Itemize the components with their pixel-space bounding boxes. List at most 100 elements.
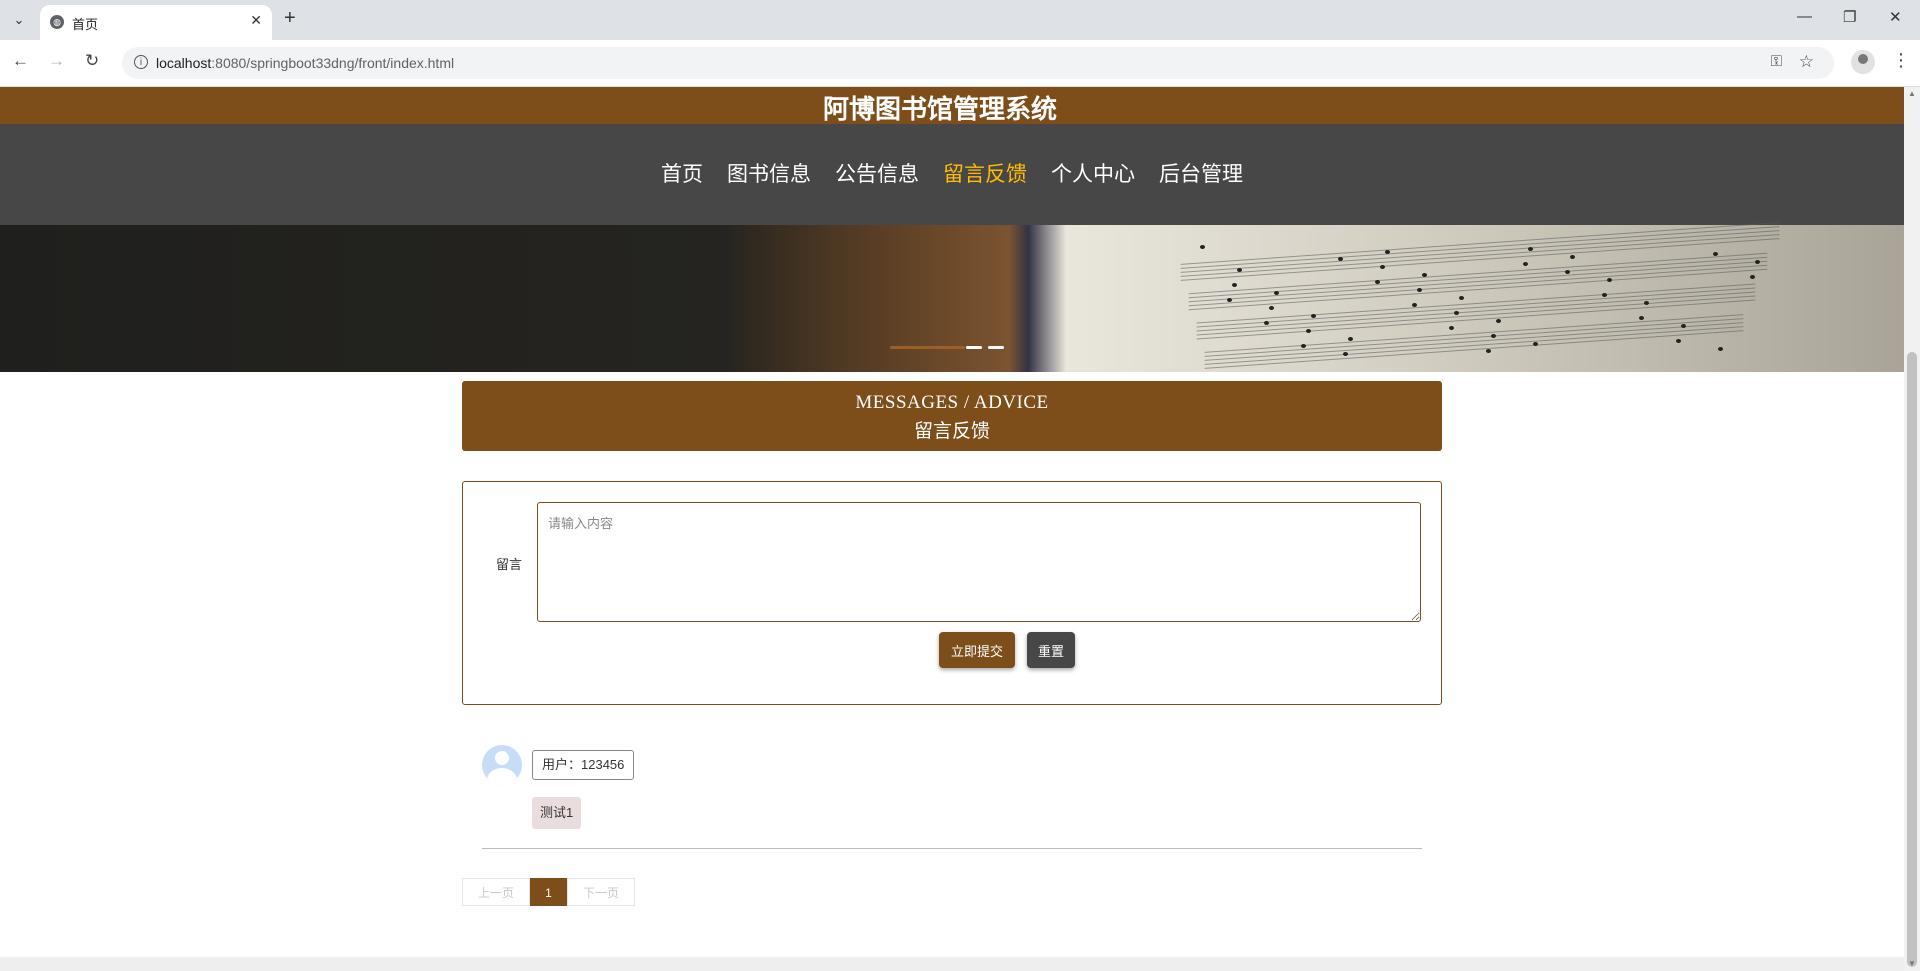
banner-note <box>1755 260 1760 264</box>
banner-note <box>1237 268 1242 272</box>
address-bar[interactable]: i localhost:8080/springboot33dng/front/i… <box>122 47 1834 79</box>
new-tab-plus-icon[interactable]: + <box>284 7 296 30</box>
reset-button[interactable]: 重置 <box>1027 632 1075 668</box>
message-label: 留言 <box>496 557 523 572</box>
banner-note <box>1681 324 1686 328</box>
banner-carousel <box>0 222 1904 372</box>
message-textarea[interactable] <box>537 502 1421 622</box>
browser-toolbar: ← → ↻ i localhost:8080/springboot33dng/f… <box>0 40 1920 87</box>
carousel-indicator[interactable] <box>890 346 965 349</box>
site-info-icon[interactable]: i <box>134 55 148 69</box>
banner-staff-line <box>1196 287 1756 328</box>
scroll-thumb[interactable] <box>1907 352 1917 967</box>
browser-tab[interactable]: ◍ 首页 ✕ <box>40 5 272 40</box>
user-avatar-icon <box>482 745 522 785</box>
banner-note <box>1385 250 1390 254</box>
banner-note <box>1449 326 1454 330</box>
banner-note <box>1338 257 1343 261</box>
prev-page-button[interactable]: 上一页 <box>462 878 530 906</box>
nav-item[interactable]: 公告信息 <box>831 156 923 190</box>
scroll-down-arrow-icon[interactable]: ▼ <box>1908 959 1916 968</box>
banner-note <box>1311 314 1316 318</box>
banner-note <box>1528 247 1533 251</box>
banner-note <box>1454 311 1459 315</box>
carousel-indicator[interactable] <box>966 346 982 349</box>
banner-note <box>1713 252 1718 256</box>
banner-note <box>1533 342 1538 346</box>
bookmark-star-icon[interactable]: ☆ <box>1799 52 1814 72</box>
banner-note <box>1301 344 1306 348</box>
url-text: localhost:8080/springboot33dng/front/ind… <box>156 55 455 71</box>
window-close-icon[interactable]: ✕ <box>1889 8 1902 26</box>
page-scrollbar[interactable]: ▲ ▼ <box>1904 87 1920 971</box>
banner-note <box>1607 278 1612 282</box>
site-header: 阿博图书馆管理系统 <box>0 87 1904 124</box>
carousel-indicators <box>890 343 1010 353</box>
nav-item[interactable]: 首页 <box>657 156 707 190</box>
forward-arrow-icon[interactable]: → <box>48 51 65 71</box>
banner-note <box>1496 319 1501 323</box>
banner-note <box>1644 301 1649 305</box>
close-icon[interactable]: ✕ <box>250 12 262 29</box>
nav-item[interactable]: 个人中心 <box>1047 156 1139 190</box>
back-arrow-icon[interactable]: ← <box>12 51 29 71</box>
banner-note <box>1750 275 1755 279</box>
banner-note <box>1227 298 1232 302</box>
banner-note <box>1200 245 1205 249</box>
comment-divider <box>482 848 1422 849</box>
banner-note <box>1269 306 1274 310</box>
banner-note <box>1491 334 1496 338</box>
banner-note <box>1639 316 1644 320</box>
tab-title: 首页 <box>72 17 99 32</box>
banner-note <box>1412 303 1417 307</box>
message-form: 留言 立即提交 重置 <box>462 481 1442 705</box>
banner-note <box>1602 293 1607 297</box>
site-title: 阿博图书馆管理系统 <box>822 94 1057 124</box>
browser-tab-bar: ⌄ ◍ 首页 ✕ + — ❐ ✕ <box>0 0 1920 40</box>
section-title-en: MESSAGES / ADVICE <box>855 392 1049 413</box>
banner-staff-line <box>1196 291 1756 332</box>
main-navigation: 首页 图书信息 公告信息 留言反馈 个人中心 后台管理 <box>0 124 1904 225</box>
section-heading: MESSAGES / ADVICE 留言反馈 <box>462 381 1442 451</box>
current-page-button[interactable]: 1 <box>530 878 567 906</box>
reload-icon[interactable]: ↻ <box>85 51 99 71</box>
banner-note <box>1523 262 1528 266</box>
scroll-up-arrow-icon[interactable]: ▲ <box>1908 89 1916 98</box>
banner-note <box>1486 349 1491 353</box>
pagination: 上一页 1 下一页 <box>462 878 635 906</box>
banner-note <box>1232 283 1237 287</box>
nav-item[interactable]: 后台管理 <box>1155 156 1247 190</box>
minimize-icon[interactable]: — <box>1797 8 1812 25</box>
banner-note <box>1565 270 1570 274</box>
profile-avatar-icon[interactable] <box>1851 50 1875 74</box>
banner-note <box>1274 291 1279 295</box>
banner-note <box>1570 255 1575 259</box>
comment-username: 用户：123456 <box>532 750 635 780</box>
banner-staff-line <box>1196 295 1756 336</box>
banner-note <box>1343 352 1348 356</box>
banner-note <box>1348 337 1353 341</box>
next-page-button[interactable]: 下一页 <box>567 878 635 906</box>
nav-item[interactable]: 留言反馈 <box>939 156 1031 190</box>
tab-search-chevron-icon[interactable]: ⌄ <box>8 9 30 31</box>
banner-note <box>1417 288 1422 292</box>
carousel-indicator[interactable] <box>988 346 1004 349</box>
password-key-icon[interactable]: ⚿ <box>1771 53 1782 70</box>
restore-icon[interactable]: ❐ <box>1843 8 1856 26</box>
more-menu-icon[interactable]: ⋮ <box>1892 50 1910 71</box>
section-title-cn: 留言反馈 <box>913 421 990 442</box>
banner-note <box>1718 347 1723 351</box>
globe-icon: ◍ <box>50 15 64 29</box>
banner-note <box>1459 296 1464 300</box>
nav-items: 首页 图书信息 公告信息 留言反馈 个人中心 后台管理 <box>0 156 1904 190</box>
nav-item[interactable]: 图书信息 <box>723 156 815 190</box>
banner-note <box>1422 273 1427 277</box>
banner-note <box>1380 265 1385 269</box>
page-viewport: 阿博图书馆管理系统 首页 图书信息 公告信息 留言反馈 个人中心 后台管理 MESSAGE… <box>0 87 1904 971</box>
banner-note <box>1306 329 1311 333</box>
banner-note <box>1375 280 1380 284</box>
comment-content: 测试1 <box>532 797 582 829</box>
submit-button[interactable]: 立即提交 <box>939 632 1015 668</box>
comment-item: 用户：123456 测试1 <box>482 745 1424 845</box>
banner-note <box>1676 339 1681 343</box>
